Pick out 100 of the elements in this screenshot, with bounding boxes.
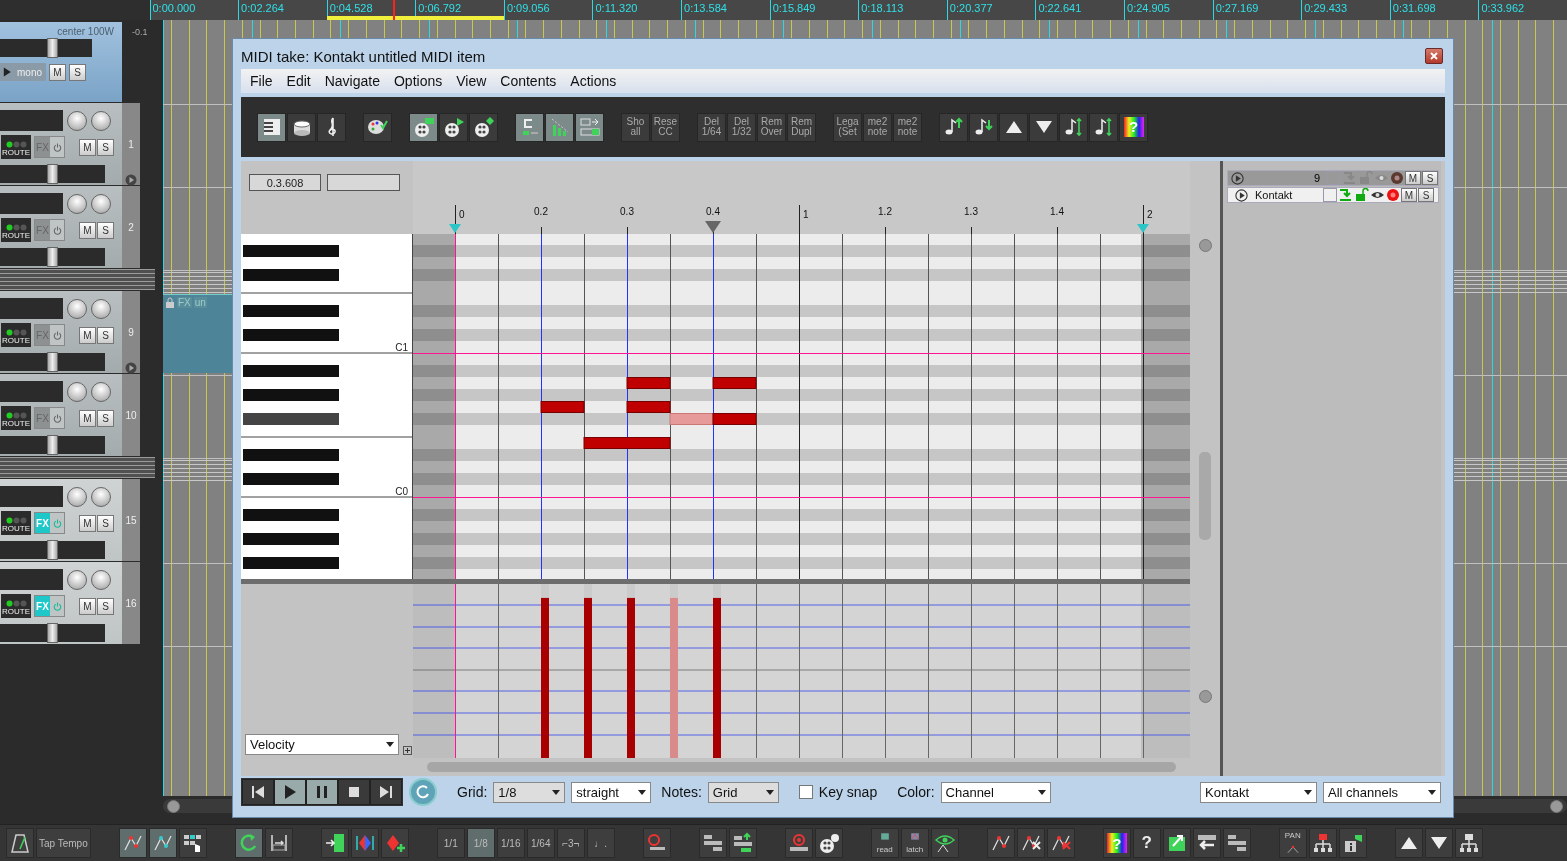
fader-thumb[interactable] bbox=[47, 435, 58, 455]
route-button[interactable]: ROUTE bbox=[1, 218, 31, 242]
toolbar-button[interactable] bbox=[317, 112, 346, 142]
toolbar-button[interactable] bbox=[1059, 112, 1088, 142]
toolbar-button[interactable] bbox=[1162, 828, 1191, 858]
scroll-left-button[interactable] bbox=[167, 799, 180, 813]
route-button[interactable]: ROUTE bbox=[1, 323, 31, 347]
pan-knob[interactable] bbox=[91, 298, 111, 319]
toolbar-button[interactable]: ♩. bbox=[586, 828, 615, 858]
loop-end-marker[interactable] bbox=[1137, 224, 1149, 233]
solo-button[interactable]: S bbox=[69, 63, 86, 81]
toolbar-button[interactable] bbox=[1089, 112, 1118, 142]
toolbar-button[interactable] bbox=[1338, 828, 1367, 858]
toolbar-button[interactable]: 1/64 bbox=[526, 828, 555, 858]
volume-knob[interactable] bbox=[67, 381, 87, 402]
transport-button[interactable] bbox=[274, 779, 306, 805]
playhead[interactable] bbox=[392, 0, 395, 20]
toolbar-button[interactable]: Del 1/64 bbox=[697, 112, 726, 142]
toolbar-button[interactable] bbox=[728, 828, 757, 858]
fader-thumb[interactable] bbox=[47, 38, 58, 58]
track-name-field[interactable] bbox=[0, 110, 63, 131]
solo-button[interactable]: S bbox=[1422, 171, 1438, 185]
scroll-right-button[interactable] bbox=[1550, 799, 1563, 813]
pan-knob[interactable] bbox=[91, 569, 111, 590]
midi-note[interactable] bbox=[626, 377, 671, 389]
track-name-field[interactable] bbox=[0, 486, 63, 507]
toolbar-button[interactable] bbox=[814, 828, 843, 858]
plus-icon[interactable] bbox=[403, 746, 412, 755]
toolbar-button[interactable]: PAN bbox=[1278, 828, 1307, 858]
volume-fader[interactable] bbox=[0, 624, 105, 642]
grid-size-dropdown[interactable]: 1/8 bbox=[493, 781, 566, 803]
menu-item[interactable]: Contents bbox=[493, 73, 564, 89]
volume-knob[interactable] bbox=[67, 110, 87, 131]
vertical-scrollbar[interactable] bbox=[1199, 452, 1211, 540]
toolbar-button[interactable]: me2 note bbox=[893, 112, 922, 142]
track-name-field[interactable] bbox=[0, 298, 63, 319]
record-arm-icon[interactable] bbox=[1390, 171, 1404, 185]
track-name-field[interactable] bbox=[0, 381, 63, 402]
toolbar-button[interactable] bbox=[234, 828, 263, 858]
value-field[interactable] bbox=[327, 174, 400, 191]
toolbar-button[interactable]: 1/16 bbox=[496, 828, 525, 858]
mute-button[interactable]: M bbox=[79, 138, 96, 156]
fader-thumb[interactable] bbox=[47, 352, 58, 372]
toolbar-button[interactable]: ⌐3¬ bbox=[556, 828, 585, 858]
checkbox[interactable] bbox=[1327, 171, 1341, 185]
solo-button[interactable]: S bbox=[97, 597, 114, 615]
volume-knob[interactable] bbox=[67, 486, 87, 507]
pan-knob[interactable] bbox=[91, 110, 111, 131]
toolbar-button[interactable] bbox=[1016, 828, 1045, 858]
toolbar-button[interactable] bbox=[642, 828, 671, 858]
route-button[interactable]: ROUTE bbox=[1, 594, 31, 618]
solo-button[interactable]: S bbox=[97, 409, 114, 427]
midi-note[interactable] bbox=[626, 401, 671, 413]
mute-button[interactable]: M bbox=[1401, 188, 1417, 202]
channel-dropdown[interactable]: All channels bbox=[1323, 781, 1441, 803]
toolbar-button[interactable] bbox=[118, 828, 147, 858]
record-arm-icon[interactable] bbox=[1386, 188, 1400, 202]
toolbar-button[interactable] bbox=[698, 828, 727, 858]
toolbar-button[interactable] bbox=[320, 828, 349, 858]
help-button[interactable]: ? bbox=[1132, 828, 1161, 858]
route-button[interactable]: ROUTE bbox=[1, 135, 31, 159]
mute-button[interactable]: M bbox=[79, 514, 96, 532]
track-row[interactable]: 9 M S bbox=[1227, 170, 1439, 186]
position-field[interactable]: 0.3.608 bbox=[249, 174, 321, 191]
pan-knob[interactable] bbox=[91, 193, 111, 214]
volume-knob[interactable] bbox=[67, 569, 87, 590]
toolbar-button[interactable] bbox=[380, 828, 409, 858]
route-button[interactable]: ROUTE bbox=[1, 406, 31, 430]
solo-button[interactable]: S bbox=[97, 514, 114, 532]
checkbox[interactable] bbox=[1323, 188, 1337, 202]
toolbar-button[interactable] bbox=[1424, 828, 1453, 858]
track-dropdown[interactable]: Kontakt bbox=[1200, 781, 1317, 803]
toolbar-button[interactable] bbox=[1029, 112, 1058, 142]
toolbar-button[interactable] bbox=[1046, 828, 1075, 858]
track-name-field[interactable] bbox=[0, 569, 63, 590]
volume-fader[interactable] bbox=[0, 541, 105, 559]
toolbar-button[interactable] bbox=[409, 112, 438, 142]
toolbar-button[interactable]: read bbox=[870, 828, 899, 858]
solo-button[interactable]: S bbox=[1418, 188, 1434, 202]
track-name-field[interactable] bbox=[0, 193, 63, 214]
mute-button[interactable]: M bbox=[79, 597, 96, 615]
solo-button[interactable]: S bbox=[97, 326, 114, 344]
toolbar-button[interactable] bbox=[1192, 828, 1221, 858]
velocity-lane-background[interactable] bbox=[413, 584, 1190, 758]
toolbar-button[interactable] bbox=[939, 112, 968, 142]
close-button[interactable] bbox=[1425, 48, 1443, 64]
toolbar-button[interactable] bbox=[515, 112, 544, 142]
toolbar-button[interactable] bbox=[969, 112, 998, 142]
pan-knob[interactable] bbox=[91, 486, 111, 507]
transport-button[interactable] bbox=[306, 779, 338, 805]
menu-item[interactable]: File bbox=[243, 73, 280, 89]
menu-item[interactable]: Options bbox=[386, 73, 450, 89]
volume-fader[interactable] bbox=[0, 353, 105, 371]
menu-item[interactable]: Navigate bbox=[317, 73, 387, 89]
fader-thumb[interactable] bbox=[47, 247, 58, 267]
toolbar-button[interactable] bbox=[999, 112, 1028, 142]
toolbar-button[interactable]: Lega (Set bbox=[833, 112, 862, 142]
transport-button[interactable] bbox=[338, 779, 370, 805]
transport-button[interactable] bbox=[370, 779, 402, 805]
swing-dropdown[interactable]: straight bbox=[571, 781, 652, 803]
